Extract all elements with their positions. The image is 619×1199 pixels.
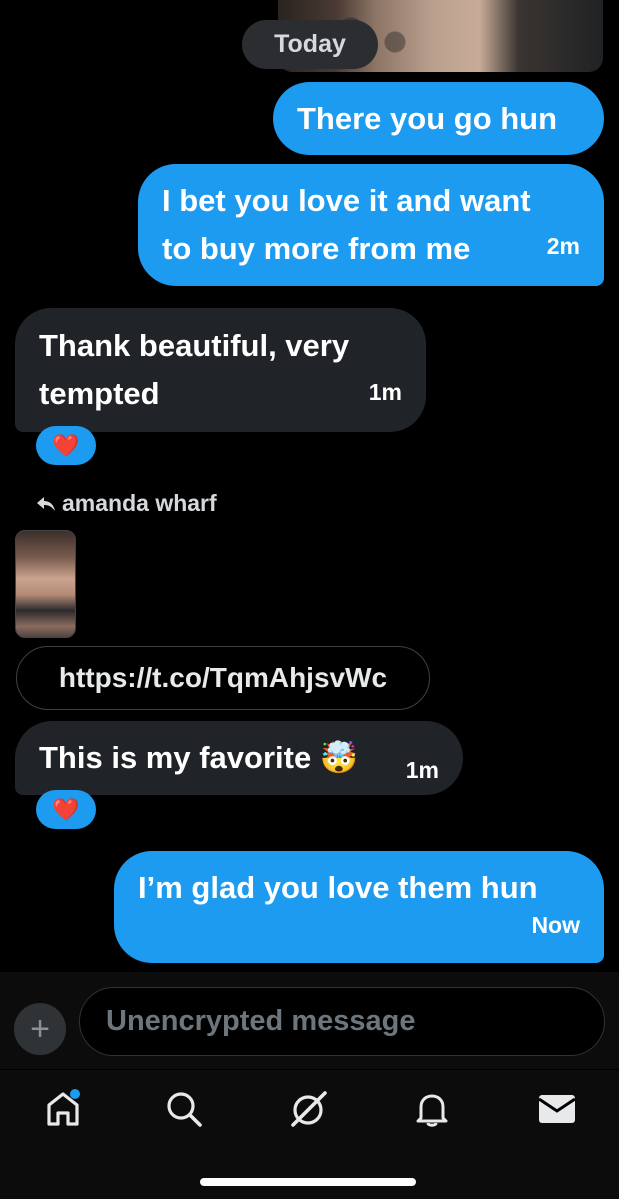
message-input[interactable] <box>79 987 605 1056</box>
media-thumbnail[interactable] <box>15 530 76 638</box>
tab-search[interactable] <box>162 1087 206 1131</box>
reply-arrow-icon <box>37 496 55 511</box>
message-timestamp: 1m <box>405 757 439 783</box>
message-timestamp: Now <box>531 912 580 938</box>
link-bubble[interactable]: https://t.co/TqmAhjsvWc <box>16 646 430 710</box>
tab-grok[interactable] <box>287 1087 331 1131</box>
search-icon <box>167 1092 202 1127</box>
heart-icon: ❤️ <box>52 432 80 458</box>
tab-notifications[interactable] <box>410 1087 454 1131</box>
message-text: I’m glad you love them hun <box>138 870 538 905</box>
tab-home[interactable] <box>41 1087 85 1131</box>
link-text[interactable]: https://t.co/TqmAhjsvWc <box>59 662 387 694</box>
reply-header: amanda wharf <box>36 490 217 517</box>
reply-to-name: amanda wharf <box>62 490 217 516</box>
tab-messages[interactable] <box>535 1087 579 1131</box>
message-bubble-outgoing[interactable]: There you go hun <box>273 82 604 155</box>
message-text-line: tempted <box>39 376 160 411</box>
message-text-line: to buy more from me <box>162 231 471 266</box>
heart-icon: ❤️ <box>52 796 80 822</box>
message-text-line: Thank beautiful, very <box>39 328 350 363</box>
mail-icon <box>538 1095 576 1123</box>
message-bubble-outgoing[interactable]: I bet you love it and want to buy more f… <box>138 164 604 286</box>
message-timestamp: 1m <box>368 379 402 405</box>
bell-icon <box>416 1094 448 1127</box>
date-separator: Today <box>242 20 378 69</box>
message-bubble-incoming[interactable]: Thank beautiful, very tempted 1m <box>15 308 426 432</box>
heart-reaction[interactable]: ❤️ <box>36 426 96 465</box>
message-bubble-outgoing[interactable]: I’m glad you love them hun Now <box>114 851 604 963</box>
add-attachment-button[interactable]: + <box>14 1003 66 1055</box>
message-text: This is my favorite 🤯 <box>39 740 359 775</box>
message-text: There you go hun <box>297 100 558 136</box>
home-icon <box>47 1089 80 1126</box>
home-indicator <box>200 1178 416 1186</box>
heart-reaction[interactable]: ❤️ <box>36 790 96 829</box>
plus-icon: + <box>30 1009 50 1048</box>
notification-dot <box>70 1089 80 1099</box>
message-bubble-incoming[interactable]: This is my favorite 🤯 1m <box>15 721 463 795</box>
message-timestamp: 2m <box>546 233 580 259</box>
message-text-line: I bet you love it and want <box>162 183 531 218</box>
grok-icon <box>291 1091 327 1127</box>
